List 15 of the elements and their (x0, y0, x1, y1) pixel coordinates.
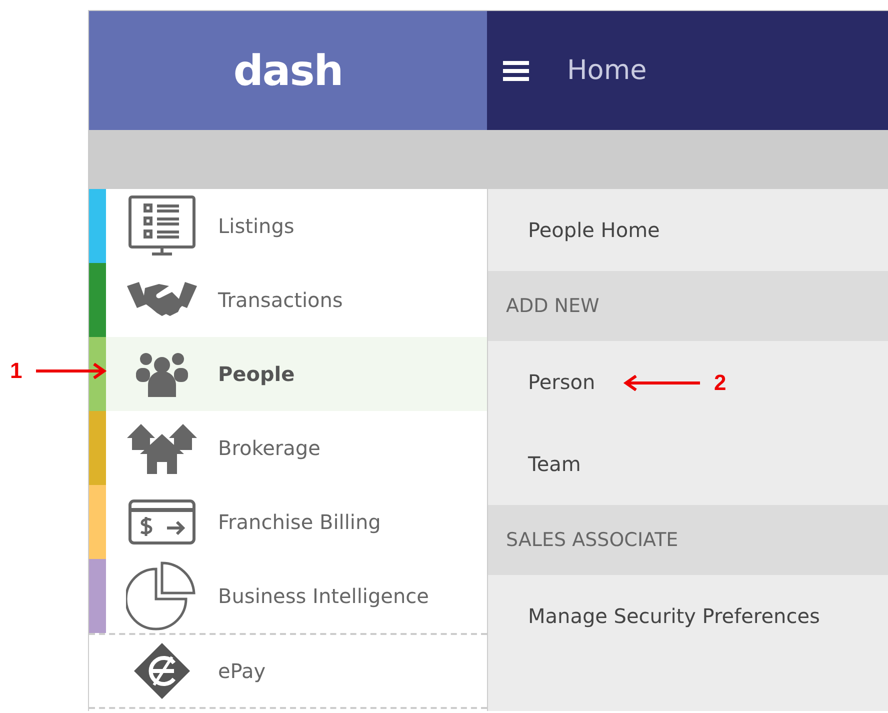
app-logo[interactable]: dash (233, 46, 343, 95)
section-header: ADD NEW (488, 271, 888, 341)
page-title: Home (567, 55, 647, 86)
callout-number: 1 (10, 358, 22, 384)
epay-icon (132, 641, 192, 701)
arrow-icon (36, 363, 108, 379)
sidebar-item[interactable]: ePay (89, 633, 487, 709)
menu-icon[interactable] (503, 60, 529, 82)
section-header: SALES ASSOCIATE (488, 505, 888, 575)
callout-number: 2 (714, 370, 726, 396)
card-payment-icon (127, 498, 197, 546)
sidebar-item[interactable]: People (89, 337, 487, 411)
arrow-icon (622, 375, 700, 391)
monitor-list-icon (127, 195, 197, 257)
pie-chart-icon (126, 561, 198, 631)
